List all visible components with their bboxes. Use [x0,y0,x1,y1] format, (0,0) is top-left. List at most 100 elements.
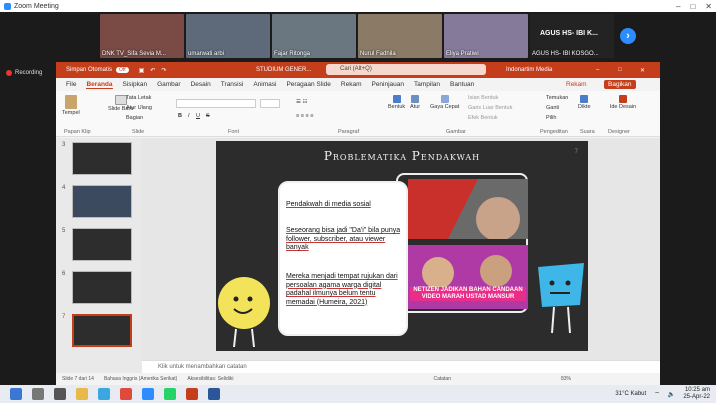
slide-thumbnail[interactable] [72,228,132,261]
tab-help[interactable]: Bantuan [450,81,474,88]
document-title[interactable]: STUDIUM GENER... [256,67,311,73]
slide[interactable]: Problematika Pendakwah 7 NETIZEN JADIKAN… [216,141,588,351]
slide-canvas: Problematika Pendakwah 7 NETIZEN JADIKAN… [142,138,660,360]
search-input[interactable]: Cari (Alt+Q) [326,64,486,75]
close-icon[interactable]: ✕ [640,67,645,74]
strikethrough-icon[interactable]: S [206,113,210,119]
maximize-icon[interactable]: □ [618,67,622,73]
participant-tile[interactable]: umarwati arbi [186,14,270,58]
zoom-icon [4,2,11,10]
participant-tile[interactable]: DNK TV_Sifa Sevia M... [100,14,184,58]
recording-indicator[interactable]: Recording [0,66,50,80]
task-view-icon[interactable] [54,388,66,400]
group-slides: Slide [132,129,145,135]
slide-thumbnail[interactable] [72,142,132,175]
minimize-icon[interactable]: – [676,2,680,11]
participant-tile[interactable]: AGUS HS- IBI K... AGUS HS- IBI KOSGO... [530,14,614,58]
weather-status[interactable]: 31°C Kabut [615,391,646,397]
tab-transitions[interactable]: Transisi [221,81,244,88]
dictate-button[interactable]: Dikte [578,95,591,110]
slide-thumbnails: 3 4 5 6 7 [56,138,142,373]
zoom-level[interactable]: 83% [561,376,571,382]
next-page-button[interactable]: › [620,28,636,44]
participant-tile[interactable]: Fajar Ritonga [272,14,356,58]
file-explorer-icon[interactable] [76,388,88,400]
select-button[interactable]: Pilih [546,115,556,121]
shape-fill-button[interactable]: Isian Bentuk [468,95,498,101]
notes-toggle[interactable]: Catatan [433,376,451,382]
tab-home[interactable]: Beranda [86,81,113,89]
edge-icon[interactable] [98,388,110,400]
shapes-button[interactable]: Bentuk [388,95,405,110]
designer-button[interactable]: Ide Desain [608,95,638,110]
slide-counter: Slide 7 dari 14 [62,376,94,382]
microphone-icon [580,95,589,103]
photo-image [408,179,528,241]
autosave-label: Simpan Otomatis [66,67,113,73]
arrange-button[interactable]: Atur [410,95,420,110]
underline-icon[interactable]: U [196,113,200,119]
autosave-toggle[interactable]: Off [116,67,129,73]
tab-file[interactable]: File [66,81,76,88]
group-clipboard: Papan Klip [64,129,91,135]
align-icon[interactable]: ≡ ≡ ≡ ≡ [296,113,313,119]
italic-icon[interactable]: I [188,113,190,119]
tab-draw[interactable]: Gambar [157,81,180,88]
maximize-icon[interactable]: □ [690,2,695,11]
tab-review[interactable]: Peninjauan [371,81,404,88]
section-button[interactable]: Bagian [126,115,143,121]
layout-button[interactable]: Tata Letak [126,95,151,101]
photo-caption: NETIZEN JADIKAN BAHAN CANDAAN VIDEO MARA… [410,287,526,301]
bullet-item: Seseorang bisa jadi "Da'i" bila punya fo… [286,227,401,251]
redo-icon[interactable]: ↷ [161,67,166,74]
taskbar: 31°C Kabut ⌔ 🔈 10:25 am 25-Apr-22 [0,385,716,403]
start-icon[interactable] [10,388,22,400]
record-button[interactable]: Rekam [566,81,587,88]
tab-slideshow[interactable]: Peragaan Slide [286,81,330,88]
minimize-icon[interactable]: – [596,67,599,73]
tab-design[interactable]: Desain [191,81,211,88]
account-name[interactable]: Indonartim Media [506,67,552,73]
participant-gallery: DNK TV_Sifa Sevia M... umarwati arbi Faj… [0,12,716,60]
ribbon: Tempel Slide Baru Tata Letak Atur Ulang … [56,91,660,137]
slide-thumbnail[interactable] [72,271,132,304]
volume-icon[interactable]: 🔈 [668,391,675,398]
replace-button[interactable]: Ganti [546,105,559,111]
paste-button[interactable]: Tempel [62,95,80,116]
close-icon[interactable]: ✕ [705,2,712,11]
wifi-icon[interactable]: ⌔ [654,390,660,398]
bold-icon[interactable]: B [178,113,182,119]
save-icon[interactable]: ▣ [139,67,145,74]
powerpoint-icon[interactable] [186,388,198,400]
share-button[interactable]: Bagikan [604,80,636,89]
word-icon[interactable] [208,388,220,400]
notes-input[interactable]: Klik untuk menambahkan catatan [142,360,660,373]
language-status[interactable]: Bahasa Inggris (Amerika Serikat) [104,376,177,382]
participant-tile[interactable]: Eliya Pratiwi [444,14,528,58]
slide-thumbnail-selected[interactable] [72,314,132,347]
group-voice: Suara [580,129,595,135]
font-name-select[interactable] [176,99,256,108]
whatsapp-icon[interactable] [164,388,176,400]
undo-icon[interactable]: ↶ [150,67,155,74]
speech-bubble: Pendakwah di media sosial Seseorang bisa… [278,181,408,336]
clock[interactable]: 10:25 am 25-Apr-22 [683,387,710,401]
slide-thumbnail[interactable] [72,185,132,218]
tab-view[interactable]: Tampilan [414,81,440,88]
tab-animations[interactable]: Animasi [253,81,276,88]
reset-button[interactable]: Atur Ulang [126,105,152,111]
tab-record[interactable]: Rekam [341,81,362,88]
bullets-icon[interactable]: ☰ ☷ [296,99,307,105]
participant-tile[interactable]: Nurul Fadhila [358,14,442,58]
paste-icon [64,95,77,109]
tab-insert[interactable]: Sisipkan [123,81,148,88]
zoom-app-icon[interactable] [142,388,154,400]
chrome-icon[interactable] [120,388,132,400]
accessibility-status[interactable]: Aksesibilitas: Selidiki [187,376,233,382]
shape-effects-button[interactable]: Efek Bentuk [468,115,498,121]
quick-styles-button[interactable]: Gaya Cepat [430,95,459,110]
font-size-select[interactable] [260,99,280,108]
search-icon[interactable] [32,388,44,400]
find-button[interactable]: Temukan [546,95,568,101]
shape-outline-button[interactable]: Garis Luar Bentuk [468,105,512,111]
